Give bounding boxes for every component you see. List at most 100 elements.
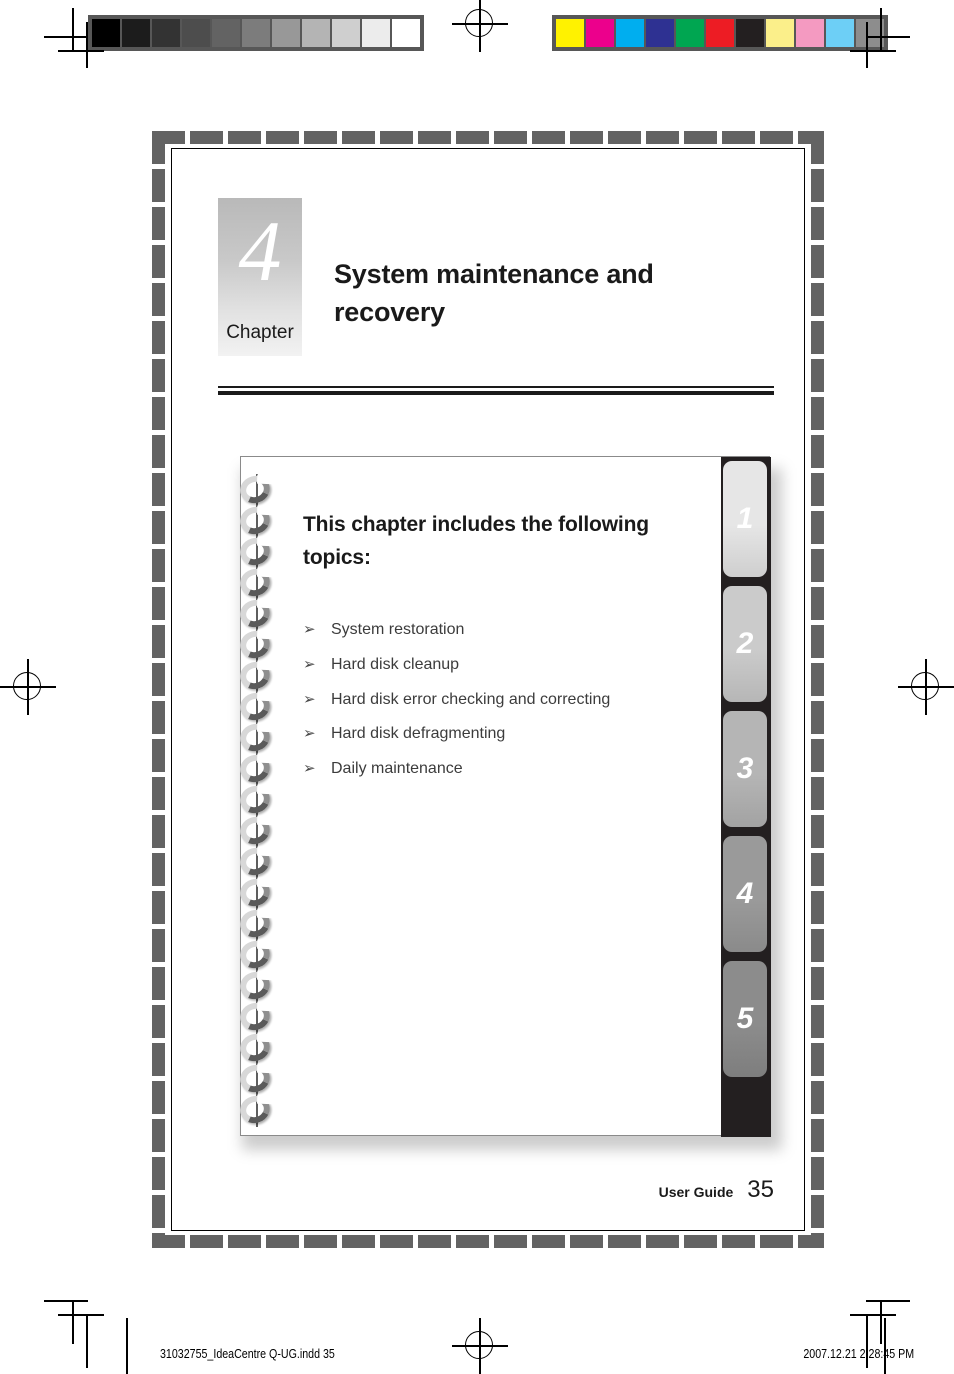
card-body: This chapter includes the following topi… xyxy=(303,509,713,794)
crop-mark-bottom-right-icon xyxy=(850,1280,910,1368)
chapter-tab-4[interactable]: 4 xyxy=(723,836,767,952)
chapter-tab-5[interactable]: 5 xyxy=(723,961,767,1077)
grayscale-calibration-bar xyxy=(88,15,424,51)
topic-list-item: ➢ Hard disk defragmenting xyxy=(303,724,713,745)
registration-mark-left-icon xyxy=(0,659,56,715)
topics-list: ➢ System restoration ➢ Hard disk cleanup ➢ Ha… xyxy=(303,620,713,780)
spiral-ring xyxy=(236,874,274,911)
spiral-ring xyxy=(236,1060,274,1097)
topic-label: Hard disk defragmenting xyxy=(331,725,506,743)
spiral-ring xyxy=(236,564,274,601)
spiral-ring xyxy=(236,1091,274,1128)
chapter-label: Chapter xyxy=(226,322,294,343)
spiral-coil xyxy=(234,998,280,1035)
dashed-border-top xyxy=(152,131,824,144)
crop-mark-top-right-icon xyxy=(850,8,910,68)
rule-thick xyxy=(218,391,774,395)
spiral-coil xyxy=(234,936,280,973)
chapter-tab-label: 1 xyxy=(736,502,754,535)
calibration-swatch-0 xyxy=(556,19,584,47)
arrow-bullet-icon: ➢ xyxy=(303,621,316,639)
spiral-coil xyxy=(234,905,280,942)
spiral-coil xyxy=(234,595,280,632)
spiral-ring xyxy=(236,905,274,942)
calibration-swatch-1 xyxy=(586,19,614,47)
calibration-swatch-4 xyxy=(676,19,704,47)
chapter-number: 4 xyxy=(238,203,282,299)
calibration-swatch-7 xyxy=(302,19,330,47)
spiral-ring xyxy=(236,967,274,1004)
dashed-border-bottom xyxy=(152,1235,824,1248)
calibration-swatch-5 xyxy=(242,19,270,47)
calibration-swatch-6 xyxy=(272,19,300,47)
reg-circle xyxy=(465,1331,493,1359)
topic-label: Hard disk error checking and correcting xyxy=(331,690,611,708)
chapter-tab-2[interactable]: 2 xyxy=(723,586,767,702)
footer-document-label: User Guide xyxy=(658,1184,734,1200)
spiral-coil xyxy=(234,533,280,570)
spiral-coil xyxy=(234,688,280,725)
topic-list-item: ➢ Daily maintenance xyxy=(303,759,713,780)
topic-list-item: ➢ System restoration xyxy=(303,620,713,641)
topic-label: System restoration xyxy=(331,621,465,639)
spiral-coil xyxy=(234,750,280,787)
calibration-swatch-1 xyxy=(122,19,150,47)
spiral-coil xyxy=(234,1060,280,1097)
spiral-coil xyxy=(234,781,280,818)
spiral-coil xyxy=(234,719,280,756)
page-title: System maintenance and recovery xyxy=(334,259,654,328)
calibration-swatch-3 xyxy=(646,19,674,47)
footer-page-number: 35 xyxy=(747,1176,774,1203)
spiral-coil xyxy=(234,1029,280,1066)
title-divider-rule xyxy=(218,386,774,395)
page-content-area: 4 Chapter System maintenance and recover… xyxy=(171,148,805,1231)
slug-timestamp: 2007.12.21 2:28:45 PM xyxy=(803,1346,914,1361)
chapter-tab-column: 1 2 3 4 5 xyxy=(721,457,771,1137)
spiral-ring xyxy=(236,595,274,632)
calibration-swatch-7 xyxy=(766,19,794,47)
crop-mark-bottom-left-icon xyxy=(44,1280,104,1368)
arrow-bullet-icon: ➢ xyxy=(303,725,316,743)
calibration-swatch-8 xyxy=(332,19,360,47)
chapter-tab-label: 3 xyxy=(736,752,754,785)
arrow-bullet-icon: ➢ xyxy=(303,760,316,778)
chapter-tab-3[interactable]: 3 xyxy=(723,711,767,827)
spiral-coil xyxy=(234,1091,280,1128)
spiral-ring xyxy=(236,719,274,756)
chapter-tab-label: 2 xyxy=(736,627,754,660)
chapter-overview-card: 1 2 3 4 5 This chapter includes the followin… xyxy=(230,456,790,1156)
calibration-swatch-2 xyxy=(616,19,644,47)
spiral-ring xyxy=(236,688,274,725)
calibration-swatch-3 xyxy=(182,19,210,47)
spiral-ring xyxy=(236,781,274,818)
spiral-ring xyxy=(236,502,274,539)
arrow-bullet-icon: ➢ xyxy=(303,690,316,708)
color-calibration-bar xyxy=(552,15,888,51)
spiral-ring xyxy=(236,936,274,973)
spiral-coil xyxy=(234,874,280,911)
spiral-binding xyxy=(230,471,284,1146)
chapter-badge: 4 Chapter xyxy=(218,198,302,356)
calibration-swatch-4 xyxy=(212,19,240,47)
registration-mark-right-icon xyxy=(898,659,954,715)
arrow-bullet-icon: ➢ xyxy=(303,655,316,673)
calibration-swatch-8 xyxy=(796,19,824,47)
spiral-ring xyxy=(236,843,274,880)
slug-rule-left xyxy=(126,1318,128,1374)
card-surface: 1 2 3 4 5 This chapter includes the followin… xyxy=(240,456,771,1137)
calibration-swatch-2 xyxy=(152,19,180,47)
spiral-coil xyxy=(234,843,280,880)
reg-circle xyxy=(911,672,939,700)
calibration-swatch-6 xyxy=(736,19,764,47)
spiral-ring xyxy=(236,812,274,849)
spiral-ring xyxy=(236,471,274,508)
chapter-header: 4 Chapter System maintenance and recover… xyxy=(218,198,774,398)
topic-label: Hard disk cleanup xyxy=(331,655,460,673)
spiral-ring xyxy=(236,626,274,663)
spiral-coil xyxy=(234,471,280,508)
spiral-ring xyxy=(236,750,274,787)
spiral-coil xyxy=(234,967,280,1004)
chapter-tab-label: 5 xyxy=(736,1002,754,1035)
chapter-tab-1[interactable]: 1 xyxy=(723,461,767,577)
slug-filename: 31032755_IdeaCentre Q-UG.indd 35 xyxy=(160,1346,335,1361)
